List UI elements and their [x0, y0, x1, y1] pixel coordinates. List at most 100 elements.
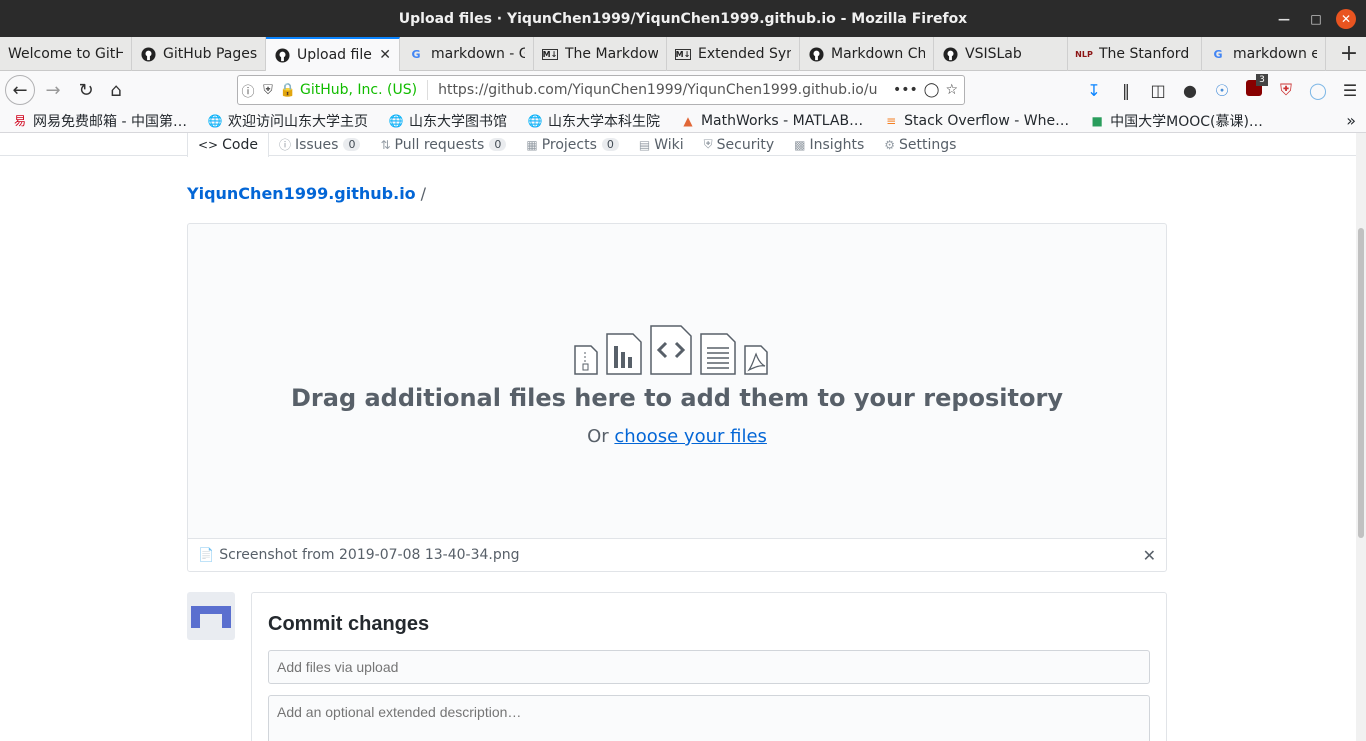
repo-tab-pulls[interactable]: ⇅ Pull requests 0: [370, 133, 516, 156]
repo-tab-code[interactable]: <> Code: [187, 133, 269, 157]
commit-title: Commit changes: [268, 613, 430, 635]
file-type-icons: [573, 324, 769, 376]
forward-button[interactable]: →: [38, 75, 68, 105]
repo-tab-projects[interactable]: ▦ Projects 0: [516, 133, 629, 156]
repo-tab-label: Wiki: [654, 136, 684, 153]
tab-welcome[interactable]: Welcome to GitH: [0, 37, 132, 71]
tab-vsislab[interactable]: VSISLab: [934, 37, 1068, 71]
globe-icon: 🌐: [527, 113, 543, 128]
github-icon: [942, 46, 958, 62]
repo-nav: <> Code ⓘ Issues 0 ⇅ Pull requests 0 ▦ P…: [0, 133, 1356, 157]
repo-tab-settings[interactable]: ⚙ Settings: [874, 133, 966, 156]
tab-label: markdown ex: [1233, 46, 1317, 62]
ublock-icon[interactable]: 3: [1238, 74, 1270, 100]
bookmark-netease[interactable]: 易 网易免费邮箱 - 中国第…: [0, 111, 195, 131]
remove-file-icon[interactable]: ✕: [1143, 546, 1156, 565]
window-title: Upload files · YiqunChen1999/YiqunChen19…: [398, 10, 968, 27]
page-scrollbar[interactable]: [1356, 133, 1366, 741]
tab-label: VSISLab: [965, 46, 1022, 62]
repo-tab-security[interactable]: ⛨ Security: [694, 133, 785, 156]
bookmark-sdu-home[interactable]: 🌐 欢迎访问山东大学主页: [195, 111, 376, 131]
repo-tab-label: Projects: [541, 136, 597, 153]
maximize-icon[interactable]: □: [1300, 12, 1332, 26]
tab-markdown-cheatsheet[interactable]: Markdown Ch: [800, 37, 934, 71]
pdf-file-icon: [744, 345, 768, 375]
tab-github-pages[interactable]: GitHub Pages: [132, 37, 266, 71]
lock-icon[interactable]: 🔒: [278, 83, 298, 98]
account-icon[interactable]: ●: [1174, 81, 1206, 100]
scrollbar-thumb[interactable]: [1358, 228, 1364, 538]
window-titlebar: Upload files · YiqunChen1999/YiqunChen19…: [0, 0, 1366, 37]
breadcrumb-repo-link[interactable]: YiqunChen1999.github.io: [187, 184, 416, 203]
repo-tab-wiki[interactable]: ▤ Wiki: [629, 133, 694, 156]
info-icon[interactable]: ⓘ: [238, 81, 258, 100]
repo-tab-label: Code: [222, 137, 258, 153]
download-icon[interactable]: ↧: [1078, 81, 1110, 100]
reload-button[interactable]: ↻: [71, 75, 101, 105]
avatar[interactable]: [187, 592, 235, 640]
google-icon: G: [411, 47, 421, 61]
site-identity[interactable]: GitHub, Inc. (US): [300, 80, 429, 100]
tab-markdown-google[interactable]: G markdown - G: [400, 37, 534, 71]
shield-icon[interactable]: ⛨: [258, 83, 278, 98]
tab-stanford-nlp[interactable]: NLP The Stanford: [1068, 37, 1202, 71]
code-file-icon: [650, 325, 692, 375]
extension-icon[interactable]: ◯: [1302, 81, 1334, 100]
translate-icon[interactable]: ☉: [1206, 81, 1238, 100]
tab-markdown-example[interactable]: G markdown ex: [1202, 37, 1326, 71]
bookmark-label: 山东大学图书馆: [408, 113, 507, 130]
repo-tab-insights[interactable]: ▩ Insights: [784, 133, 874, 156]
gear-icon: ⚙: [884, 137, 896, 152]
bookmarks-toolbar: 易 网易免费邮箱 - 中国第… 🌐 欢迎访问山东大学主页 🌐 山东大学图书馆 🌐…: [0, 109, 1366, 133]
dropzone-subtitle: Or choose your files: [188, 426, 1166, 447]
toolbar-right: ↧ ‖ ◫ ● ☉ 3 ⛨ ◯ ☰: [1078, 71, 1366, 109]
commit-summary-input[interactable]: [268, 650, 1150, 684]
graph-icon: ▩: [794, 137, 806, 152]
breadcrumb-separator: /: [420, 184, 427, 203]
repo-tab-issues[interactable]: ⓘ Issues 0: [269, 133, 371, 156]
bookmark-mooc[interactable]: ■ 中国大学MOOC(慕课)…: [1077, 111, 1271, 131]
repo-tab-label: Pull requests: [394, 136, 485, 153]
close-tab-icon[interactable]: ✕: [379, 47, 391, 63]
google-icon: G: [1213, 47, 1223, 61]
text-file-icon: [700, 333, 736, 375]
bookmark-star-icon[interactable]: ☆: [945, 82, 958, 98]
repo-tab-label: Settings: [899, 136, 957, 153]
github-icon: [274, 47, 290, 63]
bookmark-sdu-library[interactable]: 🌐 山东大学图书馆: [376, 111, 515, 131]
issue-icon: ⓘ: [278, 138, 291, 152]
bookmark-label: 山东大学本科生院: [547, 113, 660, 130]
choose-files-link[interactable]: choose your files: [614, 426, 767, 447]
upload-dropzone[interactable]: Drag additional files here to add them t…: [187, 223, 1167, 539]
close-window-icon[interactable]: ✕: [1336, 8, 1356, 29]
breadcrumb: YiqunChen1999.github.io /: [187, 184, 426, 203]
markdown-icon: M↓: [675, 48, 691, 60]
globe-icon: 🌐: [388, 113, 404, 128]
minimize-icon[interactable]: —: [1268, 12, 1300, 26]
sidebar-icon[interactable]: ◫: [1142, 81, 1174, 100]
tab-upload-files[interactable]: Upload file ✕: [266, 37, 400, 71]
file-icon: 📄: [198, 547, 215, 563]
markdown-icon: M↓: [542, 48, 558, 60]
bookmarks-overflow-icon[interactable]: »: [1346, 111, 1356, 130]
home-button[interactable]: ⌂: [101, 75, 131, 105]
url-bar[interactable]: ⓘ ⛨ 🔒 GitHub, Inc. (US) https://github.c…: [237, 75, 965, 105]
library-icon[interactable]: ‖: [1110, 81, 1142, 100]
repo-tab-label: Issues: [294, 136, 339, 153]
tab-markdown-guide[interactable]: M↓ The Markdow: [534, 37, 667, 71]
page-actions-button[interactable]: •••: [893, 82, 918, 98]
url-text[interactable]: https://github.com/YiqunChen1999/YiqunCh…: [438, 82, 893, 98]
tab-extended-syntax[interactable]: M↓ Extended Syn: [667, 37, 800, 71]
pull-request-icon: ⇅: [380, 137, 391, 152]
back-button[interactable]: ←: [5, 75, 35, 105]
pocket-icon[interactable]: ◯: [924, 82, 940, 98]
commit-description-input[interactable]: [268, 695, 1150, 741]
privacy-badger-icon[interactable]: ⛨: [1270, 80, 1302, 100]
menu-icon[interactable]: ☰: [1334, 81, 1366, 100]
bookmark-stackoverflow[interactable]: ≡ Stack Overflow - Whe…: [871, 113, 1077, 129]
bookmark-sdu-undergrad[interactable]: 🌐 山东大学本科生院: [515, 111, 668, 131]
ublock-badge: 3: [1256, 74, 1268, 86]
pulls-counter: 0: [489, 138, 507, 151]
bookmark-mathworks[interactable]: ▲ MathWorks - MATLAB…: [668, 113, 871, 129]
new-tab-button[interactable]: +: [1332, 37, 1366, 70]
